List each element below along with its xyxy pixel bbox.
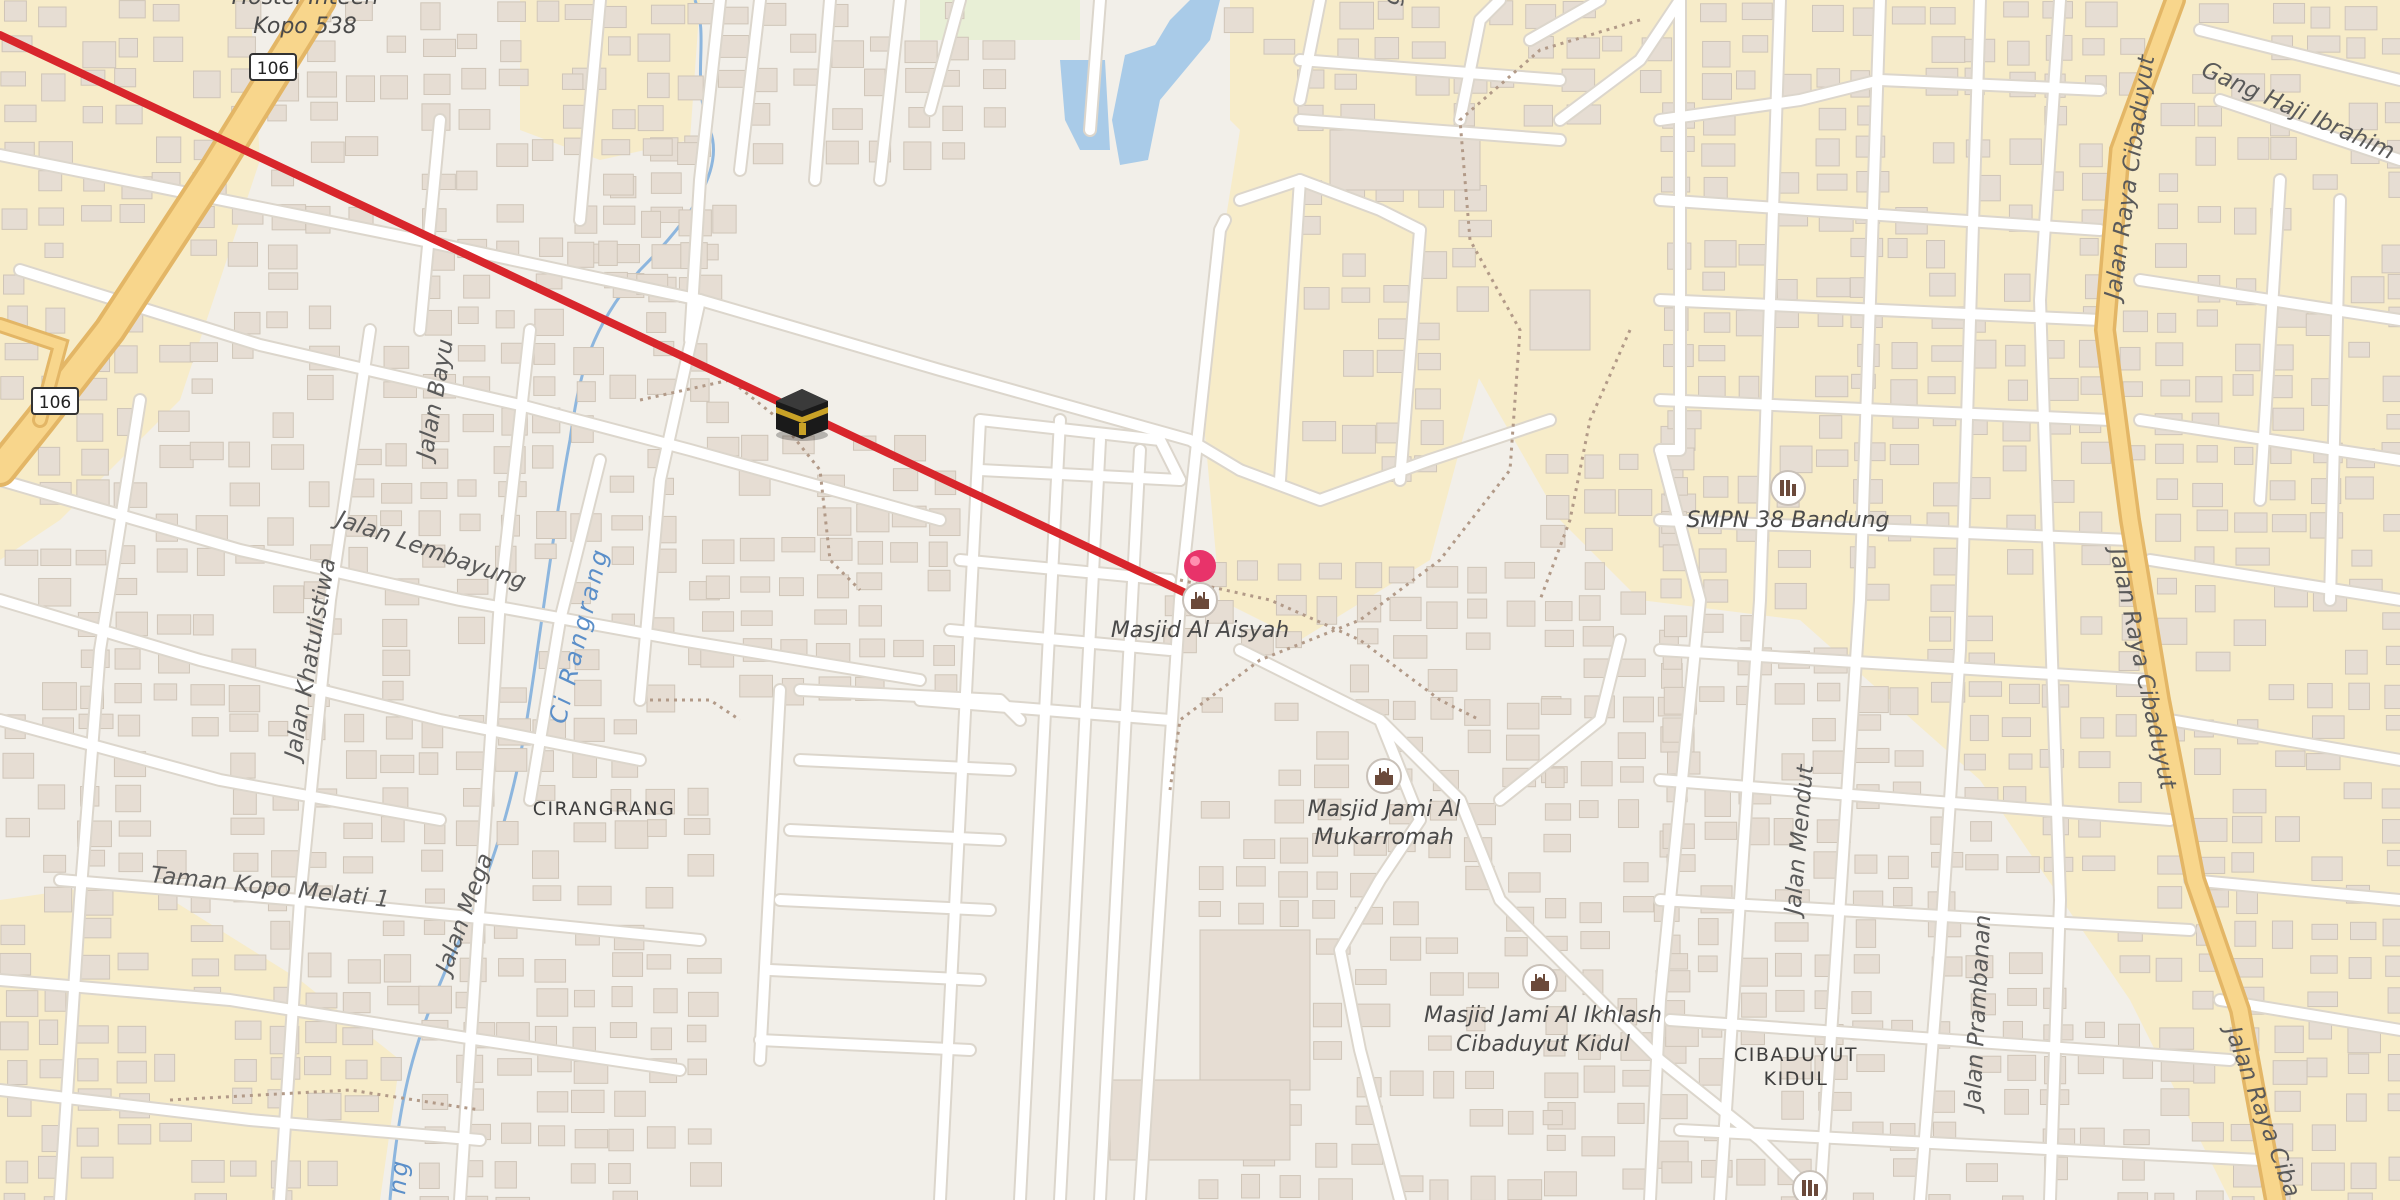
masjid-al-aisyah-label[interactable]: Masjid Al Aisyah xyxy=(1111,618,1289,643)
svg-text:106: 106 xyxy=(257,59,289,79)
mosque-icon[interactable] xyxy=(1182,582,1218,618)
school-icon[interactable] xyxy=(1770,470,1806,506)
cibaduyut-area-label-line2: KIDUL xyxy=(1764,1068,1829,1090)
hostel-label-line2: Kopo 538 xyxy=(253,14,357,39)
hostel-label-line1: Hostel Inteen xyxy=(232,0,379,10)
svg-text:106: 106 xyxy=(39,393,71,413)
route-shield-106-top: 106 xyxy=(249,53,297,81)
route-shield-106-left: 106 xyxy=(31,387,79,415)
mosque-icon[interactable] xyxy=(1522,964,1558,1000)
mosque-icon[interactable] xyxy=(1366,758,1402,794)
smpn-38-label[interactable]: SMPN 38 Bandung xyxy=(1687,508,1890,533)
cibaduyut-area-label-line1: CIBADUYUT xyxy=(1734,1044,1858,1066)
masjid-ikhlash-label-line2[interactable]: Cibaduyut Kidul xyxy=(1456,1032,1630,1057)
cirangrang-area-label: CIRANGRANG xyxy=(533,798,676,820)
masjid-ikhlash-label-line1[interactable]: Masjid Jami Al Ikhlash xyxy=(1424,1003,1662,1028)
masjid-mukarromah-label-line2[interactable]: Mukarromah xyxy=(1314,825,1454,850)
map-canvas[interactable]: 106 106 Kopo 538 Masjid Al Aisyah SMPN 3… xyxy=(0,0,2400,1200)
river-label-fragment: ng xyxy=(383,1157,414,1196)
school-icon[interactable] xyxy=(1792,1170,1828,1200)
masjid-mukarromah-label-line1[interactable]: Masjid Jami Al xyxy=(1308,797,1461,822)
